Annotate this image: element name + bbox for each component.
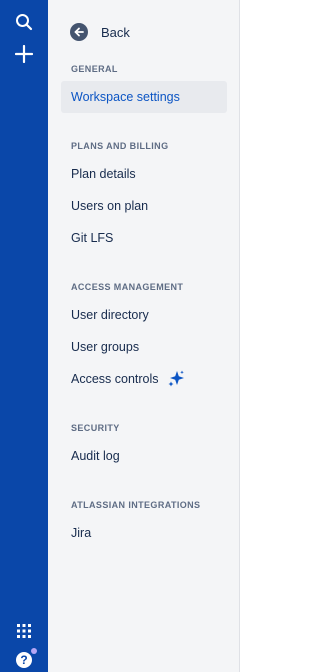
sidebar-item-user-directory[interactable]: User directory xyxy=(61,299,227,331)
help-icon: ? xyxy=(16,648,37,668)
arrow-left-icon xyxy=(70,23,88,41)
sidebar-item-plan-details[interactable]: Plan details xyxy=(61,158,227,190)
sidebar-item-label: Access controls xyxy=(71,372,159,386)
sidebar-item-label: Git LFS xyxy=(71,231,114,245)
sidebar-item-label: Audit log xyxy=(71,449,120,463)
section-title-atlassian-integrations: ATLASSIAN INTEGRATIONS xyxy=(71,500,201,510)
sidebar-item-label: Users on plan xyxy=(71,199,149,213)
sidebar-item-label: Workspace settings xyxy=(71,90,180,104)
sidebar-item-label: Plan details xyxy=(71,167,136,181)
main-content xyxy=(240,0,270,672)
back-button[interactable]: Back xyxy=(70,20,130,44)
sidebar-item-workspace-settings[interactable]: Workspace settings xyxy=(61,81,227,113)
section-title-general: GENERAL xyxy=(71,64,118,74)
section-title-plans-and-billing: PLANS AND BILLING xyxy=(71,141,169,151)
search-icon[interactable] xyxy=(0,10,48,34)
section-title-security: SECURITY xyxy=(71,423,120,433)
sidebar-item-access-controls[interactable]: Access controls xyxy=(61,363,227,395)
section-title-access-management: ACCESS MANAGEMENT xyxy=(71,282,184,292)
sidebar-item-label: User groups xyxy=(71,340,140,354)
sidebar-item-jira[interactable]: Jira xyxy=(61,517,227,549)
help-glyph: ? xyxy=(20,653,28,667)
sidebar-item-users-on-plan[interactable]: Users on plan xyxy=(61,190,227,222)
global-navigation: ? xyxy=(0,0,48,672)
sidebar-item-user-groups[interactable]: User groups xyxy=(61,331,227,363)
app-switcher-icon[interactable] xyxy=(0,620,48,642)
sidebar-item-git-lfs[interactable]: Git LFS xyxy=(61,222,227,254)
notification-dot xyxy=(31,648,37,654)
sparkle-icon xyxy=(167,370,185,388)
settings-sidebar: Back GENERAL Workspace settings PLANS AN… xyxy=(48,0,240,672)
sidebar-item-audit-log[interactable]: Audit log xyxy=(61,440,227,472)
back-label: Back xyxy=(101,24,130,40)
plus-icon[interactable] xyxy=(0,42,48,66)
sidebar-item-label: Jira xyxy=(71,526,92,540)
help-button[interactable]: ? xyxy=(0,648,48,672)
sidebar-item-label: User directory xyxy=(71,308,149,322)
